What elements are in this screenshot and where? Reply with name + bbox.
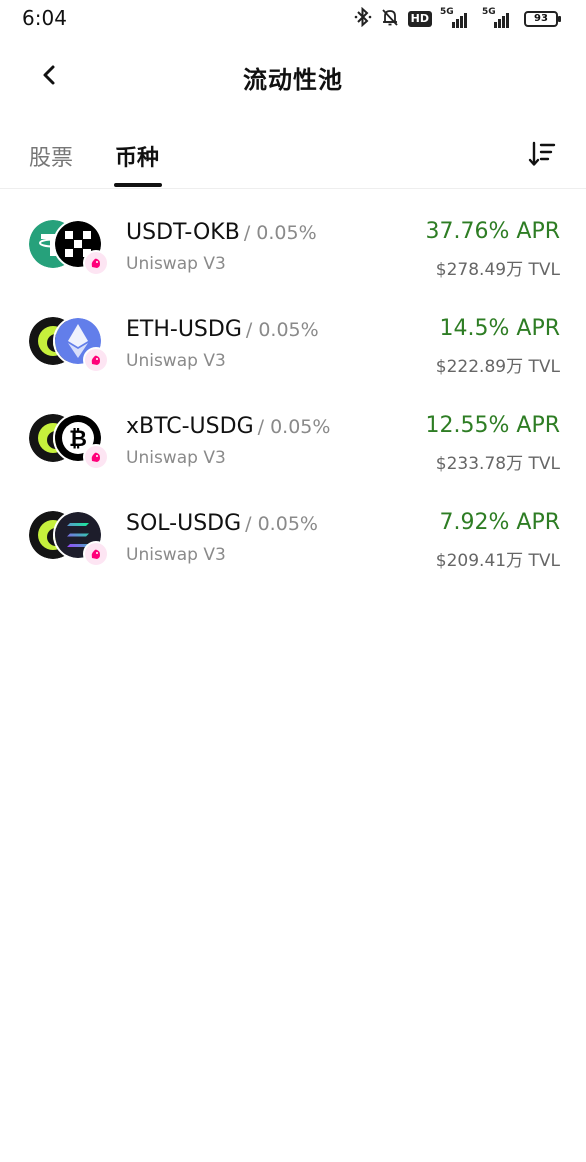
tab-stocks[interactable]: 股票 [29,140,73,172]
pair-line: xBTC-USDG/ 0.05% [126,414,330,439]
fee-tier: / 0.05% [245,319,319,341]
tvl-value: $209.41万 TVL [435,551,560,571]
pool-row[interactable]: ₿ xBTC-USDG/ 0.05% Uniswap V3 12.55% APR… [0,394,586,491]
svg-text:₿: ₿ [69,427,87,452]
tab-coins[interactable]: 币种 [115,140,159,172]
pair-name: SOL-USDG [126,511,242,536]
fee-tier: / 0.05% [243,222,317,244]
hd-badge: HD [407,11,432,27]
pair-icons: ₿ [29,413,111,470]
page-title: 流动性池 [243,66,343,94]
tvl-value: $278.49万 TVL [435,260,560,280]
uniswap-icon [83,541,109,567]
pair-line: USDT-OKB/ 0.05% [126,220,317,245]
protocol-label: Uniswap V3 [126,545,226,565]
tab-bar: 股票 币种 [0,130,586,189]
pair-line: ETH-USDG/ 0.05% [126,317,319,342]
status-bar: 6:04 HD 5G 5G 93 [0,0,586,38]
active-tab-indicator [114,183,162,187]
uniswap-icon [83,444,109,470]
protocol-label: Uniswap V3 [126,254,226,274]
protocol-label: Uniswap V3 [126,351,226,371]
fee-tier: / 0.05% [257,416,331,438]
pair-name: xBTC-USDG [126,414,254,439]
pool-row[interactable]: USDT-OKB/ 0.05% Uniswap V3 37.76% APR $2… [0,200,586,297]
mute-bell-icon [380,7,400,31]
pair-line: SOL-USDG/ 0.05% [126,511,318,536]
signal-icon-2: 5G [482,7,516,28]
apr-value: 14.5% APR [439,316,560,341]
tvl-value: $222.89万 TVL [435,357,560,377]
apr-value: 7.92% APR [439,510,560,535]
sort-icon [528,141,556,166]
battery-icon: 93 [524,11,561,27]
signal-icon: 5G [440,7,474,28]
pool-row[interactable]: ETH-USDG/ 0.05% Uniswap V3 14.5% APR $22… [0,297,586,394]
pair-icons [29,316,111,373]
status-time: 6:04 [22,6,67,30]
bluetooth-icon [354,6,372,31]
apr-value: 37.76% APR [425,219,560,244]
tvl-value: $233.78万 TVL [435,454,560,474]
header: 流动性池 [0,50,586,102]
pool-row[interactable]: SOL-USDG/ 0.05% Uniswap V3 7.92% APR $20… [0,491,586,588]
pair-icons [29,510,111,567]
protocol-label: Uniswap V3 [126,448,226,468]
pool-list: USDT-OKB/ 0.05% Uniswap V3 37.76% APR $2… [0,200,586,588]
apr-value: 12.55% APR [425,413,560,438]
pair-name: USDT-OKB [126,220,240,245]
fee-tier: / 0.05% [245,513,318,535]
pair-name: ETH-USDG [126,317,242,342]
status-icons: HD 5G 5G 93 [354,6,561,31]
sort-button[interactable] [528,140,556,168]
pair-icons [29,219,111,276]
uniswap-icon [83,347,109,373]
uniswap-icon [83,250,109,276]
